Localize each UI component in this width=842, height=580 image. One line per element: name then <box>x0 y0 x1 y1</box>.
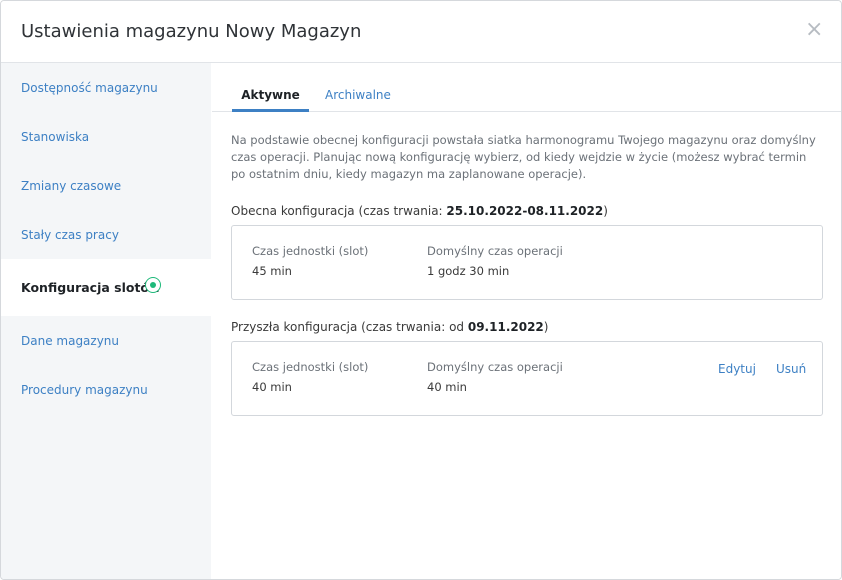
default-time-label: Domyślny czas operacji <box>427 244 563 258</box>
edit-button[interactable]: Edytuj <box>718 362 756 376</box>
sidebar: Dostępność magazynu Stanowiska Zmiany cz… <box>1 63 211 579</box>
slot-label: Czas jednostki (slot) <box>252 244 369 258</box>
current-config-title: Obecna konfiguracja (czas trwania: 25.10… <box>231 204 608 218</box>
sidebar-item-label: Stanowiska <box>21 129 90 144</box>
sidebar-item-time-shifts[interactable]: Zmiany czasowe <box>1 161 211 210</box>
future-config-date-from: 09.11.2022 <box>467 320 544 334</box>
sidebar-item-availability[interactable]: Dostępność magazynu <box>1 63 211 112</box>
sidebar-item-label: Zmiany czasowe <box>21 178 122 193</box>
sidebar-item-label: Procedury magazynu <box>21 382 148 397</box>
sidebar-item-warehouse-data[interactable]: Dane magazynu <box>1 316 211 365</box>
sidebar-item-warehouse-procedures[interactable]: Procedury magazynu <box>1 365 211 414</box>
modal-title: Ustawienia magazynu Nowy Magazyn <box>21 21 362 42</box>
sidebar-item-label: Dostępność magazynu <box>21 80 158 95</box>
intro-text: Na podstawie obecnej konfiguracji powsta… <box>231 133 816 181</box>
sidebar-item-label: Konfiguracja slotów <box>21 280 161 295</box>
current-config-date-range: 25.10.2022-08.11.2022 <box>446 204 604 218</box>
default-time-label: Domyślny czas operacji <box>427 360 563 374</box>
main-content: Aktywne Archiwalne Na podstawie obecnej … <box>212 63 841 579</box>
tab-bar: Aktywne Archiwalne <box>212 63 841 112</box>
slot-label: Czas jednostki (slot) <box>252 360 369 374</box>
active-status-icon <box>145 277 161 293</box>
sidebar-item-label: Dane magazynu <box>21 333 120 348</box>
slot-value: 45 min <box>252 264 292 278</box>
future-config-card: Czas jednostki (slot) 40 min Domyślny cz… <box>231 341 823 416</box>
future-config-title: Przyszła konfiguracja (czas trwania: od … <box>231 320 549 334</box>
tab-archived[interactable]: Archiwalne <box>325 88 391 112</box>
sidebar-item-stations[interactable]: Stanowiska <box>1 112 211 161</box>
default-time-value: 1 godz 30 min <box>427 264 510 278</box>
settings-modal: Ustawienia magazynu Nowy Magazyn × Dostę… <box>0 0 842 580</box>
default-time-value: 40 min <box>427 380 467 394</box>
delete-button[interactable]: Usuń <box>776 362 806 376</box>
sidebar-item-fixed-working-time[interactable]: Stały czas pracy <box>1 210 211 259</box>
tab-active[interactable]: Aktywne <box>232 88 309 112</box>
sidebar-item-label: Stały czas pracy <box>21 227 119 242</box>
current-config-card: Czas jednostki (slot) 45 min Domyślny cz… <box>231 225 823 300</box>
sidebar-item-slot-configuration[interactable]: Konfiguracja slotów <box>1 259 211 316</box>
close-icon[interactable]: × <box>805 19 823 41</box>
modal-header: Ustawienia magazynu Nowy Magazyn × <box>1 1 841 63</box>
slot-value: 40 min <box>252 380 292 394</box>
